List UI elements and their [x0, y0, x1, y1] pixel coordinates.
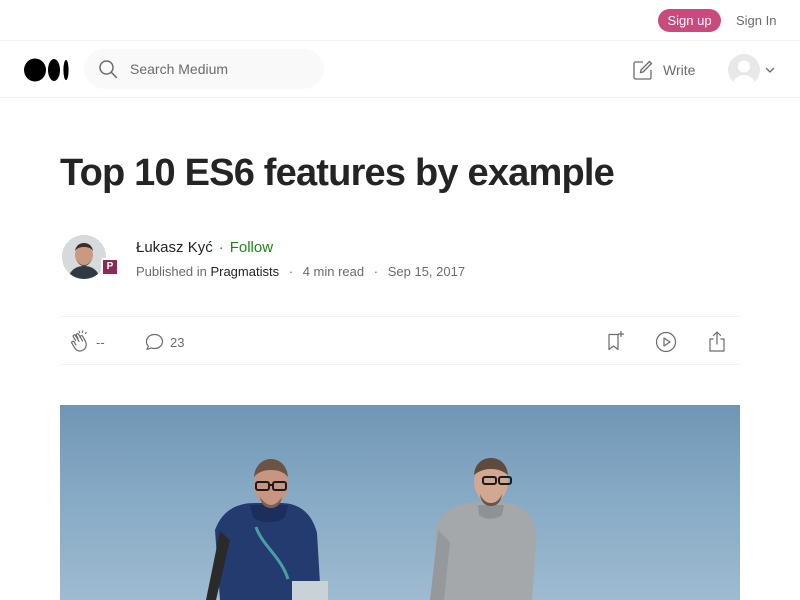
medium-logo[interactable]: [24, 58, 70, 82]
navigation-bar: Write: [0, 41, 800, 98]
hero-photo: [206, 458, 537, 600]
write-icon: [633, 60, 653, 80]
search-input[interactable]: [130, 49, 310, 89]
user-avatar: [728, 54, 760, 86]
published-in-label: Published in: [136, 264, 207, 279]
follow-button[interactable]: Follow: [230, 239, 273, 256]
article-title: Top 10 ES6 features by example: [60, 152, 615, 194]
search-icon: [99, 60, 118, 79]
author-avatar[interactable]: [62, 235, 106, 279]
share-icon[interactable]: [706, 329, 728, 353]
author-portrait: [62, 235, 106, 279]
separator-dot: ·: [218, 239, 224, 256]
listen-play-icon[interactable]: [654, 330, 678, 354]
sign-in-link[interactable]: Sign In: [736, 13, 776, 28]
user-silhouette-icon: [732, 60, 756, 86]
publish-date: Sep 15, 2017: [387, 264, 466, 279]
user-menu-button[interactable]: [728, 54, 776, 86]
chevron-down-icon: [765, 67, 775, 73]
write-label: Write: [663, 62, 696, 78]
clap-icon[interactable]: [68, 330, 92, 354]
clap-count: --: [96, 335, 105, 350]
article-action-bar: -- 23: [60, 316, 740, 365]
publication-link[interactable]: Pragmatists: [210, 264, 279, 279]
sign-up-button[interactable]: Sign up: [658, 9, 721, 32]
author-name-link[interactable]: Łukasz Kyć: [136, 239, 213, 256]
article-meta: Published in Pragmatists · 4 min read · …: [136, 264, 465, 279]
top-strip: Sign up Sign In: [0, 0, 800, 41]
comment-icon[interactable]: [144, 331, 166, 353]
publication-badge[interactable]: P: [101, 258, 119, 276]
separator-dot: ·: [288, 264, 294, 279]
search-box[interactable]: [84, 49, 324, 89]
read-time: 4 min read: [302, 264, 365, 279]
separator-dot: ·: [373, 264, 379, 279]
author-line: Łukasz Kyć · Follow: [136, 239, 273, 256]
bookmark-add-icon[interactable]: [604, 330, 626, 352]
hero-image: [60, 405, 740, 600]
response-count: 23: [170, 335, 185, 350]
